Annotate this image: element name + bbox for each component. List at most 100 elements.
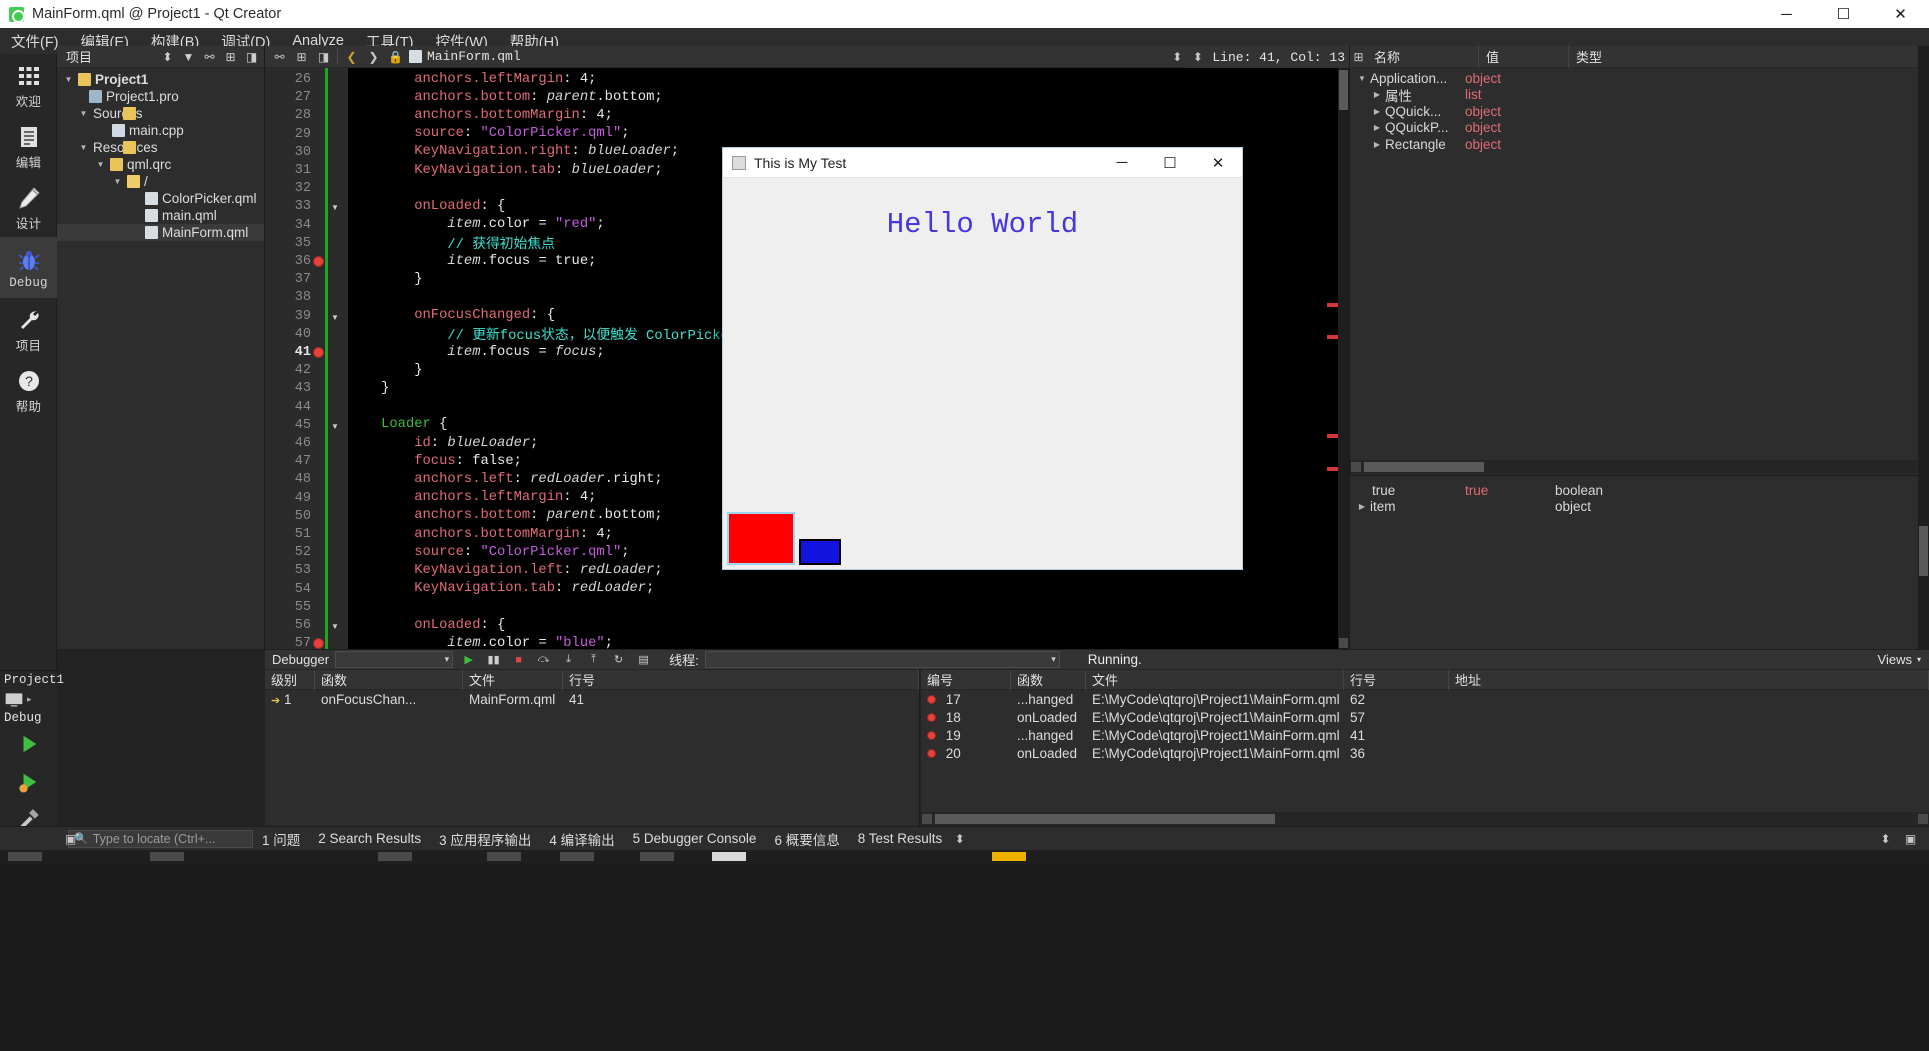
code-line[interactable]: anchors.leftMargin: 4;	[348, 70, 596, 88]
bp-column-line[interactable]: 行号	[1344, 669, 1449, 690]
scrollbar-thumb[interactable]	[1919, 526, 1928, 576]
pause-icon[interactable]: ▮▮	[484, 651, 503, 668]
code-line[interactable]: }	[348, 361, 422, 379]
scrollbar-left-arrow[interactable]	[922, 814, 932, 824]
tree-item-slash[interactable]: ▼ /	[57, 173, 264, 190]
editor-vertical-scrollbar[interactable]	[1338, 68, 1349, 649]
sidebar-item-help[interactable]: ? 帮助	[0, 359, 57, 420]
breakpoint-dot-icon[interactable]	[927, 694, 936, 704]
code-line[interactable]: focus: false;	[348, 452, 522, 470]
close-panel-icon[interactable]: ◨	[315, 48, 332, 65]
stack-column-file[interactable]: 文件	[463, 669, 563, 690]
code-line[interactable]: onFocusChanged: {	[348, 307, 555, 325]
close-button[interactable]: ✕	[1872, 0, 1929, 28]
breakpoint-dot-icon[interactable]	[927, 712, 936, 722]
fold-column[interactable]	[328, 68, 348, 649]
chevron-down-icon[interactable]: ▼	[112, 177, 123, 186]
taskbar-item[interactable]	[378, 852, 412, 861]
breakpoint-row[interactable]: 20 onLoaded E:\MyCode\qtqroj\Project1\Ma…	[921, 744, 1929, 762]
views-button[interactable]: Views ▾	[1878, 652, 1929, 667]
split-icon[interactable]: ⊞	[1350, 48, 1367, 65]
tree-item-project1-pro[interactable]: Project1.pro	[57, 88, 264, 105]
code-line[interactable]: id: blueLoader;	[348, 434, 538, 452]
output-button-debugger-console[interactable]: 5 Debugger Console	[624, 829, 766, 848]
code-line[interactable]: // 获得初始焦点	[348, 234, 555, 253]
sidebar-item-debug[interactable]: Debug	[0, 237, 57, 298]
breakpoint-row[interactable]: 17 ...hanged E:\MyCode\qtqroj\Project1\M…	[921, 690, 1929, 708]
code-line[interactable]: anchors.bottomMargin: 4;	[348, 525, 613, 543]
chevron-right-icon[interactable]: ▶	[1372, 90, 1382, 99]
app-maximize-button[interactable]: ☐	[1146, 148, 1194, 178]
column-header-type[interactable]: 类型	[1569, 45, 1929, 68]
output-button-compile-output[interactable]: 4 编译输出	[540, 827, 623, 851]
column-header-value[interactable]: 值	[1479, 45, 1569, 68]
sidebar-item-welcome[interactable]: 欢迎	[0, 54, 57, 115]
scrollbar-down-arrow[interactable]	[1339, 638, 1348, 648]
code-line[interactable]: }	[348, 379, 389, 397]
scrollbar-thumb[interactable]	[935, 814, 1275, 824]
tree-item-main-cpp[interactable]: main.cpp	[57, 122, 264, 139]
stack-column-level[interactable]: 级别	[265, 669, 315, 690]
panel-splitter[interactable]	[1350, 475, 1929, 476]
fold-arrow-icon[interactable]: ▼	[331, 313, 339, 322]
code-line[interactable]: anchors.bottom: parent.bottom;	[348, 88, 662, 106]
scrollbar-left-arrow[interactable]	[1351, 462, 1361, 472]
chevron-right-icon[interactable]: ▶	[1372, 107, 1382, 116]
red-color-picker-rect[interactable]	[727, 512, 795, 565]
taskbar-item[interactable]	[150, 852, 184, 861]
chevron-right-icon[interactable]: ▶	[1372, 123, 1382, 132]
toggle-sidebar-icon[interactable]: ▣	[62, 830, 79, 847]
locator-input[interactable]: 🔍 Type to locate (Ctrl+...	[68, 829, 253, 848]
breakpoint-dot-icon[interactable]	[927, 748, 936, 758]
code-line[interactable]: KeyNavigation.tab: redLoader;	[348, 580, 654, 598]
taskbar-item[interactable]	[640, 852, 674, 861]
step-out-icon[interactable]: ⤒	[584, 651, 603, 668]
code-line[interactable]: // 更新focus状态，以便触发 ColorPicker 的	[348, 325, 759, 344]
stack-row[interactable]: ➔ 1 onFocusChan... MainForm.qml 41	[265, 690, 919, 708]
tree-item-resources[interactable]: ▼ Resources	[57, 139, 264, 156]
breakpoints-horizontal-scrollbar[interactable]	[921, 812, 1929, 826]
running-app-window[interactable]: This is My Test ─ ☐ ✕ Hello World	[722, 147, 1243, 570]
sidebar-item-projects[interactable]: 项目	[0, 298, 57, 359]
taskbar-item[interactable]	[8, 852, 42, 861]
output-button-issues[interactable]: 1 问题	[253, 827, 309, 851]
maximize-output-icon[interactable]: ▣	[1902, 830, 1919, 847]
tree-item-project1[interactable]: ▼ Project1	[57, 71, 264, 88]
blue-color-picker-rect[interactable]	[799, 539, 841, 565]
code-line[interactable]: source: "ColorPicker.qml";	[348, 543, 629, 561]
locals-row[interactable]: ▶ Rectangle object	[1353, 136, 1929, 153]
code-line[interactable]: item.color = "red";	[348, 216, 604, 234]
link-icon[interactable]: ⚯	[271, 48, 288, 65]
code-line[interactable]: item.focus = focus;	[348, 343, 604, 361]
maximize-button[interactable]: ☐	[1815, 0, 1872, 28]
sidebar-item-edit[interactable]: 编辑	[0, 115, 57, 176]
code-line[interactable]: item.focus = true;	[348, 252, 596, 270]
code-line[interactable]: source: "ColorPicker.qml";	[348, 125, 629, 143]
output-pane-chevron-icon[interactable]: ⬍	[951, 830, 968, 847]
output-button-app-output[interactable]: 3 应用程序输出	[430, 827, 540, 851]
scrollbar-right-arrow[interactable]	[1918, 814, 1928, 824]
restart-icon[interactable]: ↻	[609, 651, 628, 668]
breakpoint-row[interactable]: 18 onLoaded E:\MyCode\qtqroj\Project1\Ma…	[921, 708, 1929, 726]
fold-arrow-icon[interactable]: ▼	[331, 422, 339, 431]
bp-column-file[interactable]: 文件	[1086, 669, 1344, 690]
fold-arrow-icon[interactable]: ▼	[331, 203, 339, 212]
code-line[interactable]: onLoaded: {	[348, 197, 505, 215]
expression-row[interactable]: ▶ item object	[1353, 499, 1928, 516]
taskbar-item-active[interactable]	[712, 852, 746, 861]
step-over-icon[interactable]: ⤼	[534, 651, 553, 668]
code-line[interactable]: item.color = "blue";	[348, 634, 613, 649]
split-icon[interactable]: ⊞	[293, 48, 310, 65]
chevron-down-icon[interactable]: ▼	[78, 143, 89, 152]
code-line[interactable]: anchors.left: redLoader.right;	[348, 470, 662, 488]
tree-item-colorpicker-qml[interactable]: ColorPicker.qml	[57, 190, 264, 207]
minimize-button[interactable]: ─	[1758, 0, 1815, 28]
stop-icon[interactable]: ■	[509, 651, 528, 668]
output-button-test-results[interactable]: 8 Test Results	[849, 829, 952, 848]
locals-row[interactable]: ▶ 属性 list	[1353, 87, 1929, 104]
locals-horizontal-scrollbar[interactable]	[1350, 460, 1929, 474]
lock-icon[interactable]: 🔒	[387, 48, 404, 65]
start-debugging-button[interactable]	[0, 763, 57, 801]
locals-row[interactable]: ▶ QQuick... object	[1353, 103, 1929, 120]
link-icon[interactable]: ⚯	[201, 48, 218, 65]
